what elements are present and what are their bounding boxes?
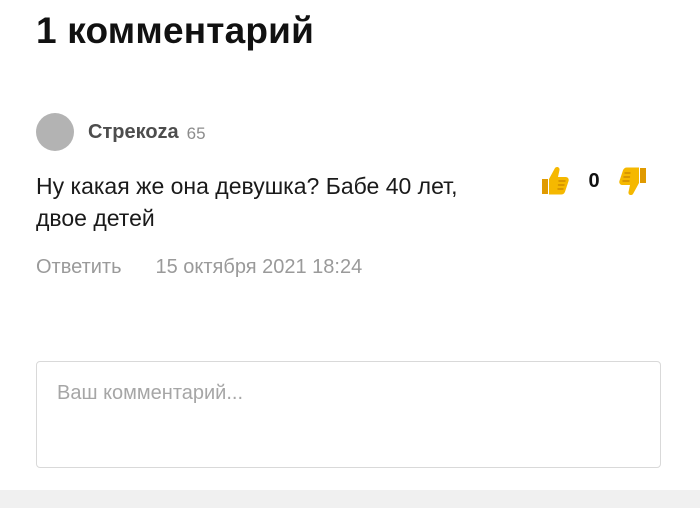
comment-meta: Ответить 15 октября 2021 18:24 (36, 256, 362, 279)
comments-heading: 1 комментарий (36, 10, 315, 51)
avatar[interactable] (36, 113, 74, 151)
comment-timestamp: 15 октября 2021 18:24 (155, 256, 363, 278)
thumbs-up-icon[interactable] (537, 164, 571, 198)
comment-header: Стрекоzа 65 (36, 113, 206, 151)
comment-text: Ну какая же она девушка? Бабе 40 лет, дв… (36, 173, 458, 231)
vote-controls: 0 (537, 163, 651, 199)
vote-count: 0 (588, 169, 600, 192)
comment-author[interactable]: Стрекоzа (88, 121, 179, 144)
footer-bar (0, 490, 700, 508)
author-rating: 65 (186, 124, 206, 143)
reply-link[interactable]: Ответить (36, 256, 122, 279)
thumbs-down-icon[interactable] (617, 164, 651, 198)
comments-page: 1 комментарий Стрекоzа 65 Ну какая же он… (0, 0, 700, 508)
comment-input[interactable] (36, 361, 661, 468)
